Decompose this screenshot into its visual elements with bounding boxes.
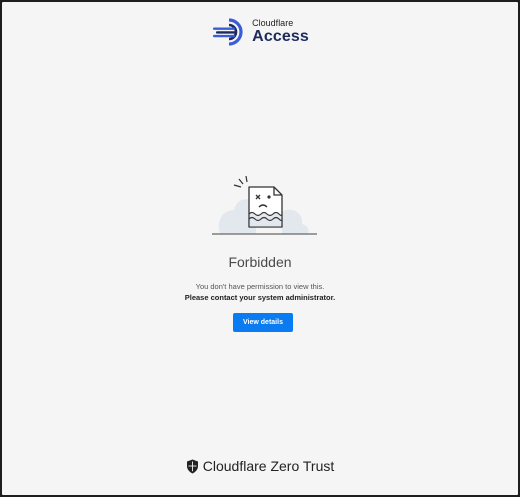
page-frame: Cloudflare Access Forbidden You don't ha…	[2, 2, 518, 495]
cloudflare-access-logo: Cloudflare Access	[2, 18, 518, 46]
page-title: Forbidden	[228, 254, 292, 270]
permission-message: You don't have permission to view this.	[195, 282, 325, 291]
view-details-button[interactable]: View details	[233, 313, 293, 332]
shield-icon	[186, 459, 198, 473]
footer-brand-text: Cloudflare Zero Trust	[202, 458, 335, 474]
logo-brand-small: Cloudflare	[252, 18, 294, 28]
logo-brand-big: Access	[252, 28, 309, 45]
cloudflare-access-logo-icon	[213, 18, 243, 46]
logo-text: Cloudflare Access	[252, 19, 309, 45]
sad-document-icon	[212, 175, 317, 235]
footer-brand: Cloudflare Zero Trust	[2, 458, 518, 474]
contact-admin-message: Please contact your system administrator…	[184, 293, 336, 302]
